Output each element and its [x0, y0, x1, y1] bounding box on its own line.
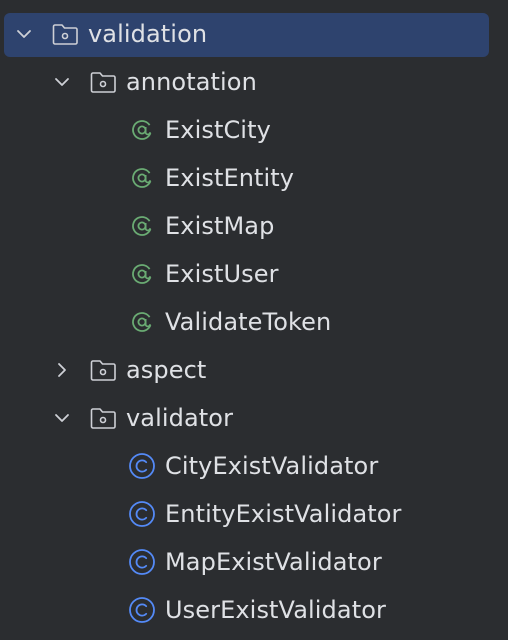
package-folder-icon: [88, 403, 118, 433]
tree-node-validatetoken[interactable]: ValidateToken: [0, 298, 508, 346]
tree-node-label: ValidateToken: [165, 308, 332, 336]
tree-node-userexistvalidator[interactable]: UserExistValidator: [0, 586, 508, 634]
tree-node-label: ExistUser: [165, 260, 279, 288]
class-icon: [127, 451, 157, 481]
annotation-icon: [127, 163, 157, 193]
project-tree: validation annotation ExistCity ExistEnt…: [0, 0, 508, 640]
tree-node-label: validation: [88, 20, 208, 48]
tree-node-label: validator: [126, 404, 234, 432]
tree-node-validator[interactable]: validator: [0, 394, 508, 442]
annotation-icon: [127, 307, 157, 337]
chevron-down-icon[interactable]: [51, 71, 73, 93]
tree-node-existmap[interactable]: ExistMap: [0, 202, 508, 250]
package-folder-icon: [50, 19, 80, 49]
tree-node-label: EntityExistValidator: [165, 500, 402, 528]
tree-node-label: aspect: [126, 356, 207, 384]
class-icon: [127, 595, 157, 625]
class-icon: [127, 499, 157, 529]
class-icon: [127, 547, 157, 577]
chevron-down-icon[interactable]: [51, 407, 73, 429]
tree-node-annotation[interactable]: annotation: [0, 58, 508, 106]
tree-node-entityexistvalidator[interactable]: EntityExistValidator: [0, 490, 508, 538]
package-folder-icon: [88, 355, 118, 385]
tree-node-label: ExistCity: [165, 116, 271, 144]
tree-node-mapexistvalidator[interactable]: MapExistValidator: [0, 538, 508, 586]
tree-node-label: UserExistValidator: [165, 596, 386, 624]
tree-node-existentity[interactable]: ExistEntity: [0, 154, 508, 202]
tree-node-cityexistvalidator[interactable]: CityExistValidator: [0, 442, 508, 490]
tree-node-label: CityExistValidator: [165, 452, 379, 480]
chevron-right-icon[interactable]: [51, 359, 73, 381]
tree-node-existuser[interactable]: ExistUser: [0, 250, 508, 298]
package-folder-icon: [88, 67, 118, 97]
tree-node-label: ExistMap: [165, 212, 275, 240]
tree-node-validation[interactable]: validation: [0, 10, 508, 58]
tree-node-aspect[interactable]: aspect: [0, 346, 508, 394]
annotation-icon: [127, 115, 157, 145]
tree-node-label: ExistEntity: [165, 164, 295, 192]
tree-node-existcity[interactable]: ExistCity: [0, 106, 508, 154]
annotation-icon: [127, 259, 157, 289]
chevron-down-icon[interactable]: [13, 23, 35, 45]
annotation-icon: [127, 211, 157, 241]
tree-node-label: MapExistValidator: [165, 548, 382, 576]
tree-node-label: annotation: [126, 68, 257, 96]
